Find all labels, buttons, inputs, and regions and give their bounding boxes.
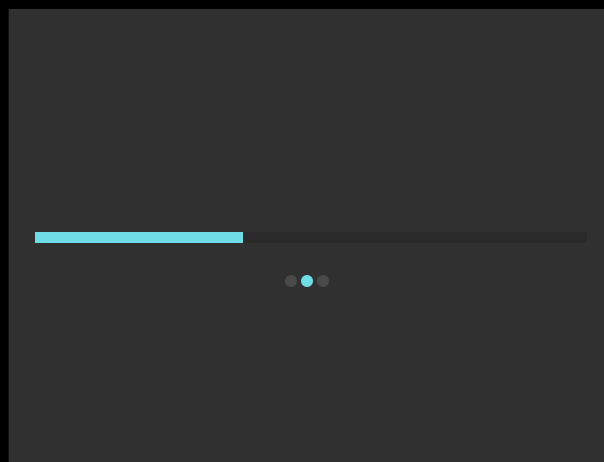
loading-dot-2 xyxy=(301,274,313,287)
progress-bar-fill xyxy=(35,232,244,243)
loading-screen xyxy=(8,9,604,462)
loading-dot-3 xyxy=(317,274,329,287)
loading-dot-1 xyxy=(285,274,297,287)
progress-bar xyxy=(35,232,587,243)
loading-dots-indicator xyxy=(285,274,329,287)
